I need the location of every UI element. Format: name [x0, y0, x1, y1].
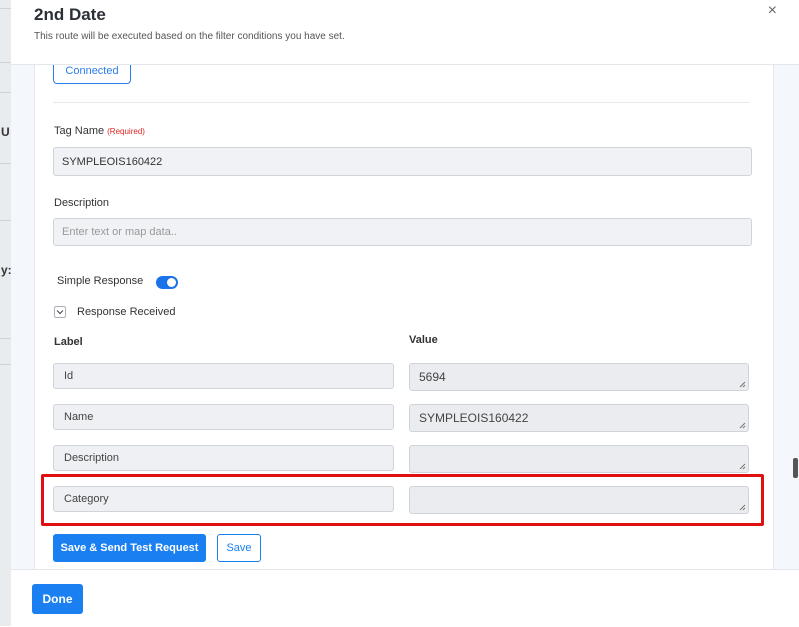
label-field-id[interactable]: Id	[53, 363, 394, 389]
bg-row-line	[0, 8, 11, 9]
toggle-knob	[167, 278, 176, 287]
value-field-description[interactable]	[409, 445, 749, 473]
resize-grip-icon[interactable]	[739, 381, 746, 388]
close-icon[interactable]: ×	[768, 2, 777, 20]
required-badge: (Required)	[107, 127, 145, 136]
divider	[53, 102, 750, 103]
highlight-box	[41, 474, 764, 526]
bg-row-line	[0, 220, 11, 221]
response-received-label: Response Received	[77, 306, 176, 318]
save-button[interactable]: Save	[217, 534, 261, 562]
tag-name-label: Tag Name (Required)	[54, 125, 145, 137]
response-received-toggle[interactable]	[54, 306, 66, 318]
scrollbar-thumb[interactable]	[793, 458, 798, 478]
value-text: SYMPLEOIS160422	[419, 411, 529, 425]
tag-name-label-text: Tag Name	[54, 125, 105, 137]
modal-header: 2nd Date This route will be executed bas…	[11, 0, 799, 65]
tag-name-input[interactable]: SYMPLEOIS160422	[53, 147, 752, 176]
label-field-name[interactable]: Name	[53, 404, 394, 430]
label-field-description[interactable]: Description	[53, 445, 394, 471]
bg-row-line	[0, 163, 11, 164]
value-text: 5694	[419, 370, 446, 384]
description-label: Description	[54, 197, 110, 209]
simple-response-toggle[interactable]	[156, 276, 178, 289]
bg-row-line	[0, 338, 11, 339]
modal-subtitle: This route will be executed based on the…	[34, 31, 345, 42]
done-button[interactable]: Done	[32, 584, 83, 614]
value-column-header: Value	[409, 334, 438, 346]
resize-grip-icon[interactable]	[739, 463, 746, 470]
modal-title: 2nd Date	[34, 5, 106, 24]
save-send-test-button[interactable]: Save & Send Test Request	[53, 534, 206, 562]
bg-text-fragment: U	[1, 125, 10, 139]
modal-footer: Done	[11, 569, 799, 627]
chevron-down-icon	[56, 310, 64, 315]
label-column-header: Label	[54, 336, 83, 348]
connected-button[interactable]: Connected	[53, 65, 131, 84]
bg-row-line	[0, 92, 11, 93]
bg-row-line	[0, 62, 11, 63]
simple-response-label: Simple Response	[57, 275, 144, 287]
value-field-name[interactable]: SYMPLEOIS160422	[409, 404, 749, 432]
description-input[interactable]: Enter text or map data..	[53, 218, 752, 246]
bg-row-line	[0, 364, 11, 365]
value-field-id[interactable]: 5694	[409, 363, 749, 391]
resize-grip-icon[interactable]	[739, 422, 746, 429]
